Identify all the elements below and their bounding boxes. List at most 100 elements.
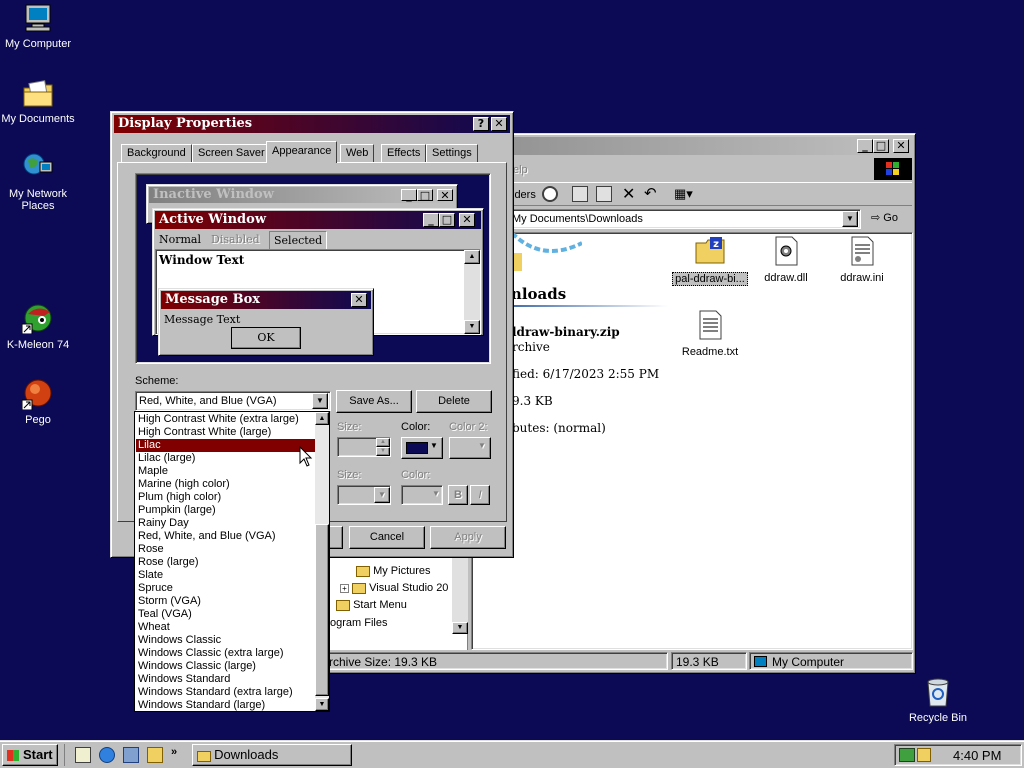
desktop-icon-network[interactable]: My Network Places (0, 150, 76, 216)
maximize-button[interactable]: □ (873, 139, 889, 153)
scheme-list-item[interactable]: Marine (high color) (136, 478, 316, 491)
show-desktop-icon[interactable] (75, 747, 91, 763)
file-item[interactable]: Readme.txt (672, 309, 748, 363)
scheme-list-item[interactable]: Windows Classic (large) (136, 660, 316, 673)
preview-ok-button: OK (231, 327, 301, 349)
tree-item[interactable]: My Pictures (356, 565, 431, 577)
tray-app-icon[interactable] (917, 748, 931, 762)
address-field[interactable]: My Documents\Downloads ▼ (507, 209, 861, 229)
scheme-list-item[interactable]: Rose (large) (136, 556, 316, 569)
scroll-down-button[interactable]: ▼ (452, 622, 468, 634)
tab-appearance[interactable]: Appearance (266, 141, 338, 163)
scheme-list-item[interactable]: Pumpkin (large) (136, 504, 316, 517)
scheme-list-item[interactable]: Windows Classic (extra large) (136, 647, 316, 660)
taskbar-button-downloads[interactable]: Downloads (192, 744, 352, 766)
scheme-select[interactable]: Red, White, and Blue (VGA) ▼ (135, 391, 331, 411)
desktop-icon-pego[interactable]: Pego (0, 378, 76, 434)
start-button[interactable]: Start (2, 744, 58, 766)
menu-help[interactable]: elp (513, 164, 528, 176)
minimize-button[interactable]: _ (857, 139, 873, 153)
file-item[interactable]: ddraw.ini (824, 235, 900, 289)
tab-web[interactable]: Web (340, 144, 375, 162)
undo-icon[interactable]: ↶ (644, 184, 657, 202)
file-label: Readme.txt (681, 346, 739, 358)
outlook-icon[interactable] (123, 747, 139, 763)
spin-up-icon[interactable]: ▲ (376, 438, 390, 447)
go-button[interactable]: ⇨ Go (871, 211, 898, 224)
scheme-list-item[interactable]: Windows Standard (136, 673, 316, 686)
tab-settings[interactable]: Settings (426, 144, 478, 162)
copy-to-icon[interactable] (596, 186, 612, 202)
save-as-button[interactable]: Save As... (336, 390, 412, 413)
scheme-list-item[interactable]: High Contrast White (large) (136, 426, 316, 439)
preview-active-title: Active Window (159, 212, 267, 227)
close-button[interactable]: ✕ (491, 117, 507, 131)
expand-icon[interactable]: + (340, 584, 349, 593)
scheme-list-item[interactable]: Lilac (136, 439, 316, 452)
italic-label: I (478, 489, 482, 501)
apply-label: Apply (454, 531, 482, 543)
help-button[interactable]: ? (473, 117, 489, 131)
delete-icon[interactable]: ✕ (622, 184, 635, 204)
scroll-thumb[interactable] (315, 524, 329, 696)
item-color2-label: Color 2: (449, 421, 488, 433)
scheme-list-item[interactable]: Windows Classic (136, 634, 316, 647)
scroll-up-button[interactable]: ▲ (315, 412, 329, 425)
scheme-list-item[interactable]: Slate (136, 569, 316, 582)
address-dropdown-button[interactable]: ▼ (842, 211, 858, 227)
apply-button[interactable]: Apply (430, 526, 506, 549)
ie-icon[interactable] (99, 747, 115, 763)
clock[interactable]: 4:40 PM (953, 748, 1001, 763)
move-to-icon[interactable] (572, 186, 588, 202)
scheme-list-item[interactable]: Windows Standard (extra large) (136, 686, 316, 699)
scheme-list-item[interactable]: Wheat (136, 621, 316, 634)
tree-item[interactable]: + Visual Studio 20 (340, 582, 448, 594)
italic-button[interactable]: I (470, 485, 490, 505)
scheme-list-item[interactable]: High Contrast White (extra large) (136, 413, 316, 426)
tree-item[interactable]: Start Menu (336, 599, 407, 611)
scheme-list-item[interactable]: Windows Standard (large) (136, 699, 316, 712)
font-size-select[interactable]: ▼ (337, 485, 391, 505)
scheme-list-item[interactable]: Rose (136, 543, 316, 556)
file-item[interactable]: z pal-ddraw-bi... (672, 235, 748, 289)
spin-down-icon[interactable]: ▼ (376, 447, 390, 456)
scheme-dropdown-button[interactable]: ▼ (312, 393, 328, 409)
desktop-icon-label: My Network Places (8, 188, 68, 212)
tab-background[interactable]: Background (121, 144, 192, 162)
scroll-down-button[interactable]: ▼ (315, 698, 329, 711)
tray-network-icon[interactable] (899, 748, 915, 762)
scheme-list-item[interactable]: Lilac (large) (136, 452, 316, 465)
appearance-preview[interactable]: Inactive Window _ □ ✕ Active Window _ □ … (135, 173, 491, 364)
desktop-icon-recycle-bin[interactable]: Recycle Bin (898, 676, 978, 728)
close-button[interactable]: ✕ (893, 139, 909, 153)
desktop-icon-my-documents[interactable]: My Documents (0, 78, 76, 134)
cancel-button[interactable]: Cancel (349, 526, 425, 549)
views-icon[interactable]: ▦▾ (674, 186, 693, 202)
delete-button[interactable]: Delete (416, 390, 492, 413)
desktop-icon-k-meleon[interactable]: K-Meleon 74 (0, 302, 76, 358)
tab-screen-saver[interactable]: Screen Saver (192, 144, 271, 162)
file-item[interactable]: ddraw.dll (748, 235, 824, 289)
scheme-list-item[interactable]: Plum (high color) (136, 491, 316, 504)
scheme-list-item[interactable]: Teal (VGA) (136, 608, 316, 621)
chevron-more-icon[interactable]: » (171, 746, 177, 758)
font-color-button[interactable]: ▼ (401, 485, 443, 505)
item-size-spinner[interactable]: ▲ ▼ (337, 437, 391, 457)
tab-effects[interactable]: Effects (381, 144, 427, 162)
item-color-button[interactable]: ▼ (401, 437, 443, 459)
desktop-icon-my-computer[interactable]: My Computer (0, 2, 76, 58)
scheme-list-item[interactable]: Storm (VGA) (136, 595, 316, 608)
scheme-list-item[interactable]: Red, White, and Blue (VGA) (136, 530, 316, 543)
scheme-list-item[interactable]: Rainy Day (136, 517, 316, 530)
chevron-down-icon[interactable]: ▼ (374, 487, 390, 503)
item-color2-button[interactable]: ▼ (449, 437, 491, 459)
folders-button[interactable]: lders (512, 189, 536, 201)
dialog-titlebar[interactable]: Display Properties (114, 115, 510, 133)
scheme-list-scrollbar[interactable]: ▲ ▼ (315, 412, 329, 711)
history-icon[interactable] (542, 186, 558, 202)
tree-item[interactable]: ogram Files (330, 617, 387, 629)
bold-button[interactable]: B (448, 485, 468, 505)
scheme-list-item[interactable]: Maple (136, 465, 316, 478)
explorer-icon[interactable] (147, 747, 163, 763)
scheme-list-item[interactable]: Spruce (136, 582, 316, 595)
